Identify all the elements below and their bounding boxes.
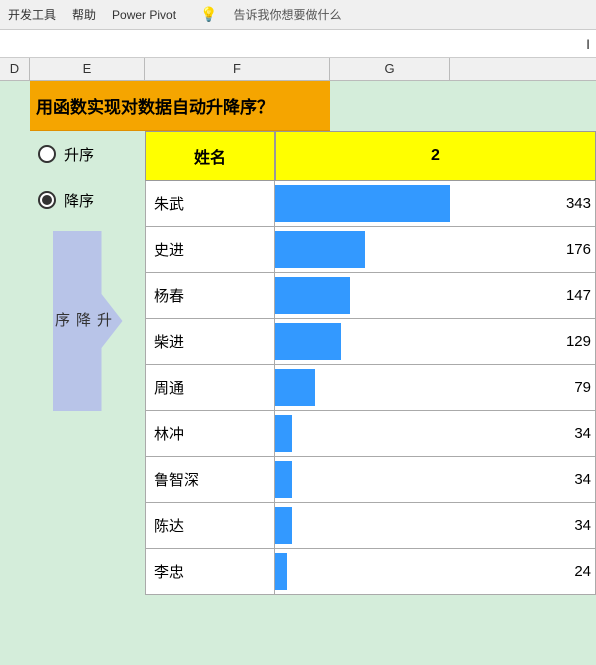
cell-bar-3: 129	[275, 319, 596, 364]
title-row: 用函数实现对数据自动升降序？	[30, 81, 330, 131]
table-row: 杨春 147	[145, 273, 596, 319]
bar-fill-4	[275, 369, 315, 406]
cell-name-2: 杨春	[145, 273, 275, 318]
bar-value-5: 34	[574, 425, 591, 442]
radio-ascending-row[interactable]: 升序	[30, 131, 145, 177]
col-header-d: D	[0, 58, 30, 80]
cell-bar-2: 147	[275, 273, 596, 318]
cell-name-0: 朱武	[145, 181, 275, 226]
table-row: 柴进 129	[145, 319, 596, 365]
formula-bar: I	[0, 30, 596, 58]
cell-bar-0: 343	[275, 181, 596, 226]
bar-value-2: 147	[566, 287, 591, 304]
menu-dev-tools[interactable]: 开发工具	[8, 6, 56, 23]
bar-fill-3	[275, 323, 341, 360]
lightbulb-icon: 💡	[200, 6, 217, 23]
bar-fill-1	[275, 231, 365, 268]
table-row: 李忠 24	[145, 549, 596, 595]
cell-bar-7: 34	[275, 503, 596, 548]
col-header-f: F	[145, 58, 330, 80]
bar-value-0: 343	[566, 195, 591, 212]
cell-bar-5: 34	[275, 411, 596, 456]
bar-value-3: 129	[566, 333, 591, 350]
table-header-name: 姓名	[145, 131, 275, 181]
radio-ascending[interactable]	[38, 145, 56, 163]
cell-name-6: 鲁智深	[145, 457, 275, 502]
table-body: 朱武 343 史进 176 杨春 147 柴进 129 周通 79 林冲	[145, 181, 596, 595]
menu-help[interactable]: 帮助	[72, 6, 96, 23]
table-header-row: 姓名 2	[145, 131, 596, 181]
menu-power-pivot[interactable]: Power Pivot	[112, 8, 176, 22]
cursor-indicator: I	[586, 36, 590, 52]
bar-value-1: 176	[566, 241, 591, 258]
cell-name-8: 李忠	[145, 549, 275, 594]
column-headers: D E F G	[0, 58, 596, 81]
bar-value-7: 34	[574, 517, 591, 534]
bar-fill-6	[275, 461, 292, 498]
arrow-panel: 升降序	[30, 231, 145, 411]
menu-bar: 开发工具 帮助 Power Pivot 💡 告诉我你想要做什么	[0, 0, 596, 30]
sort-arrow-button[interactable]: 升降序	[53, 231, 123, 411]
radio-ascending-label: 升序	[64, 144, 94, 165]
cell-name-5: 林冲	[145, 411, 275, 456]
col-header-e: E	[30, 58, 145, 80]
arrow-label: 升降序	[51, 312, 114, 331]
bar-fill-8	[275, 553, 287, 590]
radio-descending-row[interactable]: 降序	[30, 177, 145, 223]
cell-bar-1: 176	[275, 227, 596, 272]
bar-fill-7	[275, 507, 292, 544]
table-row: 陈达 34	[145, 503, 596, 549]
cell-name-4: 周通	[145, 365, 275, 410]
bar-value-8: 24	[574, 563, 591, 580]
table-row: 史进 176	[145, 227, 596, 273]
cell-bar-4: 79	[275, 365, 596, 410]
bar-fill-2	[275, 277, 350, 314]
table-header-value: 2	[275, 131, 596, 181]
bar-fill-0	[275, 185, 450, 222]
bar-value-4: 79	[574, 379, 591, 396]
table-row: 鲁智深 34	[145, 457, 596, 503]
cell-name-7: 陈达	[145, 503, 275, 548]
prompt-text[interactable]: 告诉我你想要做什么	[234, 6, 342, 23]
cell-bar-6: 34	[275, 457, 596, 502]
cell-name-3: 柴进	[145, 319, 275, 364]
bar-value-6: 34	[574, 471, 591, 488]
data-table: 姓名 2 朱武 343 史进 176 杨春 147 柴进 129 周通	[145, 131, 596, 595]
cell-name-1: 史进	[145, 227, 275, 272]
radio-descending[interactable]	[38, 191, 56, 209]
radio-descending-label: 降序	[64, 190, 94, 211]
table-row: 周通 79	[145, 365, 596, 411]
bar-fill-5	[275, 415, 292, 452]
title-text: 用函数实现对数据自动升降序？	[36, 93, 274, 118]
col-header-g: G	[330, 58, 450, 80]
table-row: 朱武 343	[145, 181, 596, 227]
controls-panel: 升序 降序 升降序	[30, 131, 145, 595]
table-row: 林冲 34	[145, 411, 596, 457]
cell-bar-8: 24	[275, 549, 596, 594]
